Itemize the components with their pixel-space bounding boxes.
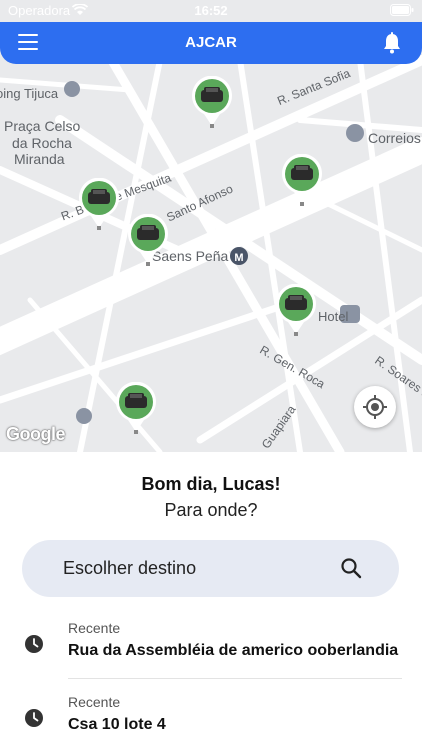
bell-icon[interactable] [382,32,402,54]
app-bar: AJCAR [0,22,422,64]
recent-label: Recente [68,694,121,710]
car-marker[interactable] [190,76,234,130]
recent-destination-item[interactable]: Recente Rua da Assembléia de americo oob… [0,608,422,676]
map-label: Correios [368,130,421,146]
car-marker[interactable] [280,154,324,208]
my-location-button[interactable] [354,386,396,428]
clock-icon [25,709,43,727]
recent-destination-item[interactable]: Recente Csa 10 lote 4 [0,682,422,750]
map-roads: M [0,35,422,452]
map-label: Miranda [14,151,65,167]
destination-panel: Bom dia, Lucas! Para onde? Escolher dest… [0,452,422,750]
crosshair-icon [363,395,387,419]
car-marker[interactable] [77,178,121,232]
battery-icon [390,4,414,16]
car-marker[interactable] [126,214,170,268]
divider [68,678,402,679]
map-label: oing Tijuca [0,86,59,101]
recent-address: Csa 10 lote 4 [68,716,166,733]
clock-icon [25,635,43,653]
status-bar: Operadora 16:52 [0,0,422,22]
map-label: da Rocha [12,135,72,151]
search-label: Escolher destino [63,558,197,578]
map-view[interactable]: M oing Tijuca Praça Celso da Rocha Miran… [0,0,422,452]
destination-search[interactable]: Escolher destino [22,540,399,597]
search-icon [341,558,362,579]
recent-address: Rua da Assembléia de americo ooberlandia [68,642,399,659]
clock-time: 16:52 [194,3,228,18]
google-attribution: Google [6,424,66,444]
subtitle: Para onde? [164,500,258,520]
svg-text:M: M [234,252,243,264]
greeting: Bom dia, Lucas! [141,474,281,494]
recent-label: Recente [68,620,121,636]
app-title: AJCAR [185,34,237,51]
map-label: Hotel [318,309,349,324]
car-marker[interactable] [114,382,158,436]
map-label: Praça Celso [4,118,81,134]
car-marker[interactable] [274,284,318,338]
